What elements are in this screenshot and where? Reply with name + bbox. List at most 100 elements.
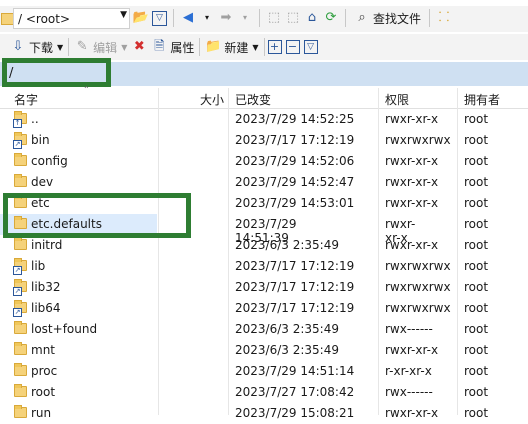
separator [199, 38, 201, 56]
file-name: initrd [31, 238, 63, 252]
folder-icon [14, 153, 27, 166]
find-files-button[interactable]: ⌕ 查找文件 [352, 8, 423, 28]
file-rights: rwxr-xr-x [385, 112, 439, 126]
new-folder-icon: 📁 [205, 39, 222, 54]
forward-icon[interactable]: ➡ [218, 10, 234, 26]
edit-label: 编辑 [93, 40, 118, 55]
back-dropdown-icon[interactable]: ▾ [199, 10, 215, 26]
file-rights: rwxr-xr-x [385, 175, 439, 189]
new-label: 新建 [224, 40, 249, 55]
file-name: lost+found [31, 322, 98, 336]
parent-directory-icon[interactable]: ⬚ [266, 10, 282, 26]
delete-button[interactable]: ✖ [129, 37, 149, 57]
column-owner[interactable]: 拥有者 [464, 91, 500, 108]
table-row[interactable]: ↗ lib 2023/7/17 17:12:19 rwxrwxrwx root [0, 256, 528, 277]
file-modified: 2023/7/17 17:12:19 [235, 301, 355, 315]
forward-dropdown-icon[interactable]: ▾ [237, 10, 253, 26]
back-icon[interactable]: ◀ [180, 10, 196, 26]
file-rights: rwxrwxrwx [385, 259, 451, 273]
separator [68, 38, 70, 56]
file-rights: r-xr-xr-x [385, 364, 432, 378]
root-directory-icon[interactable]: ⬚ [285, 10, 301, 26]
search-icon: ⌕ [358, 10, 366, 25]
edit-button[interactable]: ✎ 编辑 ▼ [72, 37, 129, 57]
table-row[interactable]: dev 2023/7/29 14:52:47 rwxr-xr-x root [0, 172, 528, 193]
find-files-label: 查找文件 [373, 11, 422, 26]
folder-icon [14, 321, 27, 334]
file-rights: rwxrwxrwx [385, 280, 451, 294]
table-row[interactable]: ↑.. 2023/7/29 14:52:25 rwxr-xr-x root [0, 109, 528, 130]
refresh-icon[interactable]: ⟳ [323, 10, 339, 26]
file-name: dev [31, 175, 54, 189]
file-rights: rwxr-xr-x [385, 154, 439, 168]
tree-view-icon[interactable]: ⸬ [436, 10, 452, 26]
file-rights: rwxr-xr-x [385, 196, 439, 210]
filter-icon[interactable]: ▽ [152, 10, 167, 26]
file-owner: root [464, 385, 489, 399]
folder-icon [14, 363, 27, 376]
file-rights: rwxr-xr-x [385, 238, 439, 252]
new-button[interactable]: 📁 新建 ▼ [203, 37, 260, 57]
file-owner: root [464, 112, 489, 126]
file-owner: root [464, 280, 489, 294]
up-arrow-icon: ↑ [13, 119, 22, 128]
file-modified: 2023/6/3 2:35:49 [235, 238, 339, 252]
file-name: lib32 [31, 280, 61, 294]
properties-icon: 🗎 [154, 39, 165, 54]
filter-icon[interactable]: ▽ [303, 40, 318, 54]
table-row[interactable]: lost+found 2023/6/3 2:35:49 rwx------ root [0, 319, 528, 340]
file-owner: root [464, 406, 489, 420]
download-icon: ⇩ [12, 39, 24, 54]
file-modified: 2023/7/29 14:52:06 [235, 154, 355, 168]
download-button[interactable]: ⇩ 下载 ▼ [8, 37, 65, 57]
highlight-box-etc [3, 193, 191, 238]
column-modified[interactable]: 已改变 [235, 91, 271, 108]
highlight-box-path [2, 58, 111, 87]
table-row[interactable]: proc 2023/7/29 14:51:14 r-xr-xr-x root [0, 361, 528, 382]
home-icon[interactable]: ⌂ [304, 10, 320, 26]
folder-icon [14, 174, 27, 187]
open-folder-icon[interactable]: 📂 [133, 10, 149, 26]
shortcut-arrow-icon: ↗ [13, 140, 22, 149]
separator [263, 38, 265, 56]
file-modified: 2023/7/17 17:12:19 [235, 280, 355, 294]
column-name[interactable]: 名字 [14, 91, 38, 108]
column-rights[interactable]: 权限 [385, 91, 409, 108]
file-owner: root [464, 217, 489, 231]
file-modified: 2023/7/17 17:12:19 [235, 133, 355, 147]
table-row[interactable]: mnt 2023/6/3 2:35:49 rwxr-xr-x root [0, 340, 528, 361]
table-row[interactable]: ↗ bin 2023/7/17 17:12:19 rwxrwxrwx root [0, 130, 528, 151]
chevron-down-icon[interactable]: ▼ [121, 43, 127, 52]
table-row[interactable]: config 2023/7/29 14:52:06 rwxr-xr-x root [0, 151, 528, 172]
table-row[interactable]: ↗ lib32 2023/7/17 17:12:19 rwxrwxrwx root [0, 277, 528, 298]
file-modified: 2023/7/29 14:51:14 [235, 364, 355, 378]
file-modified: 2023/7/29 14:52:25 [235, 112, 355, 126]
file-modified: 2023/7/29 15:08:21 [235, 406, 355, 420]
table-row[interactable]: initrd 2023/6/3 2:35:49 rwxr-xr-x root [0, 235, 528, 256]
file-modified: 2023/7/29 14:52:47 [235, 175, 355, 189]
folder-icon [14, 384, 27, 397]
table-row[interactable]: root 2023/7/27 17:08:42 rwx------ root [0, 382, 528, 403]
properties-label: 属性 [170, 40, 195, 55]
shortcut-arrow-icon: ↗ [13, 308, 22, 317]
file-name: lib [31, 259, 46, 273]
file-name: run [31, 406, 52, 420]
expand-icon[interactable]: + [267, 40, 282, 54]
properties-button[interactable]: 🗎 属性 [149, 37, 196, 57]
file-owner: root [464, 301, 489, 315]
file-name: mnt [31, 343, 55, 357]
table-row[interactable]: run 2023/7/29 15:08:21 rwxr-xr-x root [0, 403, 528, 424]
collapse-icon[interactable]: − [285, 40, 300, 54]
folder-icon [14, 237, 27, 250]
column-size[interactable]: 大小 [200, 91, 224, 108]
chevron-down-icon[interactable]: ▼ [120, 10, 127, 20]
chevron-down-icon[interactable]: ▼ [57, 43, 63, 52]
file-rights: rwxrwxrwx [385, 133, 451, 147]
path-combo[interactable]: / <root> ▼ [13, 8, 130, 29]
file-owner: root [464, 259, 489, 273]
separator [259, 9, 260, 27]
sort-up-icon: ⌃ [83, 85, 90, 94]
chevron-down-icon[interactable]: ▼ [252, 43, 258, 52]
file-modified: 2023/7/17 17:12:19 [235, 259, 355, 273]
table-row[interactable]: ↗ lib64 2023/7/17 17:12:19 rwxrwxrwx root [0, 298, 528, 319]
